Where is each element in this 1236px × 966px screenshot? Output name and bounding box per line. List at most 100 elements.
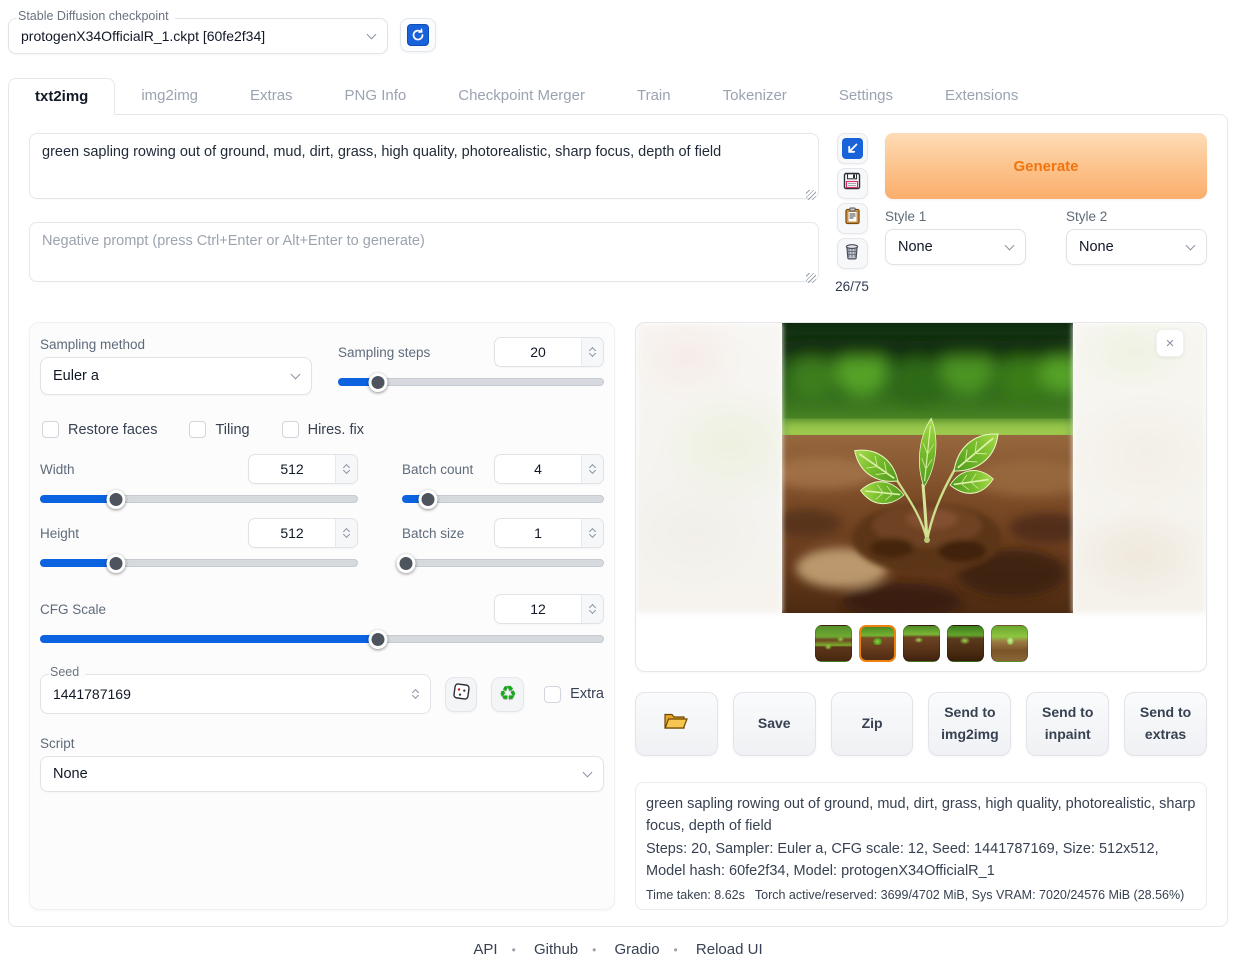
api-link[interactable]: API: [473, 941, 497, 958]
send-to-extras-button[interactable]: Send to extras: [1124, 692, 1207, 756]
stepper-buttons[interactable]: [335, 519, 357, 547]
restore-faces-checkbox[interactable]: Restore faces: [42, 421, 157, 438]
clipboard-icon: [844, 207, 861, 230]
tiling-checkbox[interactable]: Tiling: [189, 421, 249, 438]
stepper-buttons[interactable]: [335, 455, 357, 483]
random-seed-button[interactable]: [445, 677, 478, 712]
slider-handle[interactable]: [369, 630, 388, 649]
batch-count-input[interactable]: 4: [494, 454, 604, 484]
refresh-checkpoints-button[interactable]: [400, 18, 436, 52]
tab-txt2img[interactable]: txt2img: [8, 78, 115, 115]
extra-label: Extra: [570, 686, 604, 702]
generate-button[interactable]: Generate: [885, 133, 1207, 199]
github-link[interactable]: Github: [534, 941, 578, 958]
negative-prompt-wrap: [29, 222, 819, 287]
sampling-method-dropdown[interactable]: Euler a: [40, 357, 312, 395]
tab-extensions[interactable]: Extensions: [919, 78, 1044, 114]
checkpoint-dropdown[interactable]: protogenX34OfficialR_1.ckpt [60fe2f34]: [8, 18, 388, 54]
style1-dropdown[interactable]: None: [885, 229, 1026, 265]
seed-field: Seed 1441787169: [40, 674, 431, 714]
paste-params-button[interactable]: [837, 133, 868, 164]
cfg-scale-slider[interactable]: [40, 630, 604, 648]
open-folder-button[interactable]: [635, 692, 718, 756]
height-slider[interactable]: [40, 554, 358, 572]
slider-handle[interactable]: [107, 490, 126, 509]
info-time-text: Time taken: 8.62sTorch active/reserved: …: [646, 888, 1196, 902]
width-slider[interactable]: [40, 490, 358, 508]
sampling-steps-block: Sampling steps 20: [338, 337, 604, 395]
tab-png-info[interactable]: PNG Info: [319, 78, 433, 114]
height-value: 512: [249, 519, 335, 547]
slider-handle[interactable]: [368, 373, 387, 392]
thumbnail-1[interactable]: [815, 625, 852, 662]
footer: API• Github• Gradio• Reload UI python: 3…: [8, 941, 1228, 966]
sampling-steps-slider[interactable]: [338, 373, 604, 391]
generated-image[interactable]: [782, 323, 1073, 613]
gradio-link[interactable]: Gradio: [615, 941, 660, 958]
thumbnail-4[interactable]: [947, 625, 984, 662]
close-gallery-button[interactable]: ×: [1156, 329, 1184, 357]
width-input[interactable]: 512: [248, 454, 358, 484]
slider-handle[interactable]: [107, 554, 126, 573]
tab-settings[interactable]: Settings: [813, 78, 919, 114]
stepper-buttons[interactable]: [413, 690, 418, 698]
negative-prompt-input[interactable]: [29, 222, 819, 282]
batch-count-slider[interactable]: [402, 490, 604, 508]
clear-prompt-button[interactable]: [837, 238, 868, 269]
cfg-scale-input[interactable]: 12: [494, 594, 604, 624]
stepper-buttons[interactable]: [581, 519, 603, 547]
tab-tokenizer[interactable]: Tokenizer: [697, 78, 813, 114]
sampling-steps-input[interactable]: 20: [494, 337, 604, 367]
save-style-button[interactable]: [837, 168, 868, 199]
batch-size-input[interactable]: 1: [494, 518, 604, 548]
seed-input[interactable]: 1441787169: [40, 674, 431, 714]
tab-train[interactable]: Train: [611, 78, 697, 114]
cfg-scale-block: CFG Scale 12: [40, 594, 604, 648]
hires-fix-checkbox[interactable]: Hires. fix: [282, 421, 364, 438]
zip-button[interactable]: Zip: [831, 692, 914, 756]
send-to-inpaint-button[interactable]: Send to inpaint: [1026, 692, 1109, 756]
reload-ui-link[interactable]: Reload UI: [696, 941, 763, 958]
height-input[interactable]: 512: [248, 518, 358, 548]
tab-extras[interactable]: Extras: [224, 78, 319, 114]
batch-count-label: Batch count: [402, 462, 473, 477]
script-block: Script None: [40, 736, 604, 792]
bullet-separator: •: [592, 943, 596, 957]
extra-seed-checkbox[interactable]: Extra: [544, 686, 604, 703]
stepper-buttons[interactable]: [581, 455, 603, 483]
stepper-buttons[interactable]: [581, 595, 603, 623]
sampling-steps-label: Sampling steps: [338, 345, 430, 360]
recycle-icon: ♻: [499, 684, 517, 704]
save-button[interactable]: Save: [733, 692, 816, 756]
time-taken: Time taken: 8.62s: [646, 888, 745, 902]
restore-faces-label: Restore faces: [68, 422, 157, 438]
style1-value: None: [898, 239, 933, 255]
floppy-disk-icon: [843, 172, 861, 195]
info-params-text: Steps: 20, Sampler: Euler a, CFG scale: …: [646, 838, 1196, 883]
thumbnail-3[interactable]: [903, 625, 940, 662]
tiling-label: Tiling: [215, 422, 249, 438]
prompt-input[interactable]: [29, 133, 819, 199]
checkbox-icon: [544, 686, 561, 703]
script-dropdown[interactable]: None: [40, 756, 604, 792]
reuse-seed-button[interactable]: ♻: [491, 677, 524, 712]
gallery-stage: [636, 323, 1206, 613]
thumbnail-5[interactable]: [991, 625, 1028, 662]
batch-size-block: Batch size 1: [402, 518, 604, 572]
batch-size-slider[interactable]: [402, 554, 604, 572]
hires-fix-label: Hires. fix: [308, 422, 364, 438]
send-to-img2img-button[interactable]: Send to img2img: [928, 692, 1011, 756]
apply-style-button[interactable]: [837, 203, 868, 234]
cfg-scale-label: CFG Scale: [40, 602, 106, 617]
width-label: Width: [40, 462, 75, 477]
tab-img2img[interactable]: img2img: [115, 78, 224, 114]
tab-checkpoint-merger[interactable]: Checkpoint Merger: [432, 78, 611, 114]
stepper-buttons[interactable]: [581, 338, 603, 366]
slider-handle[interactable]: [419, 490, 438, 509]
slider-handle[interactable]: [397, 554, 416, 573]
chevron-down-icon: [367, 30, 377, 40]
style2-label: Style 2: [1066, 209, 1207, 224]
thumbnail-2-selected[interactable]: [859, 625, 896, 662]
style2-dropdown[interactable]: None: [1066, 229, 1207, 265]
width-block: Width 512: [40, 454, 358, 508]
